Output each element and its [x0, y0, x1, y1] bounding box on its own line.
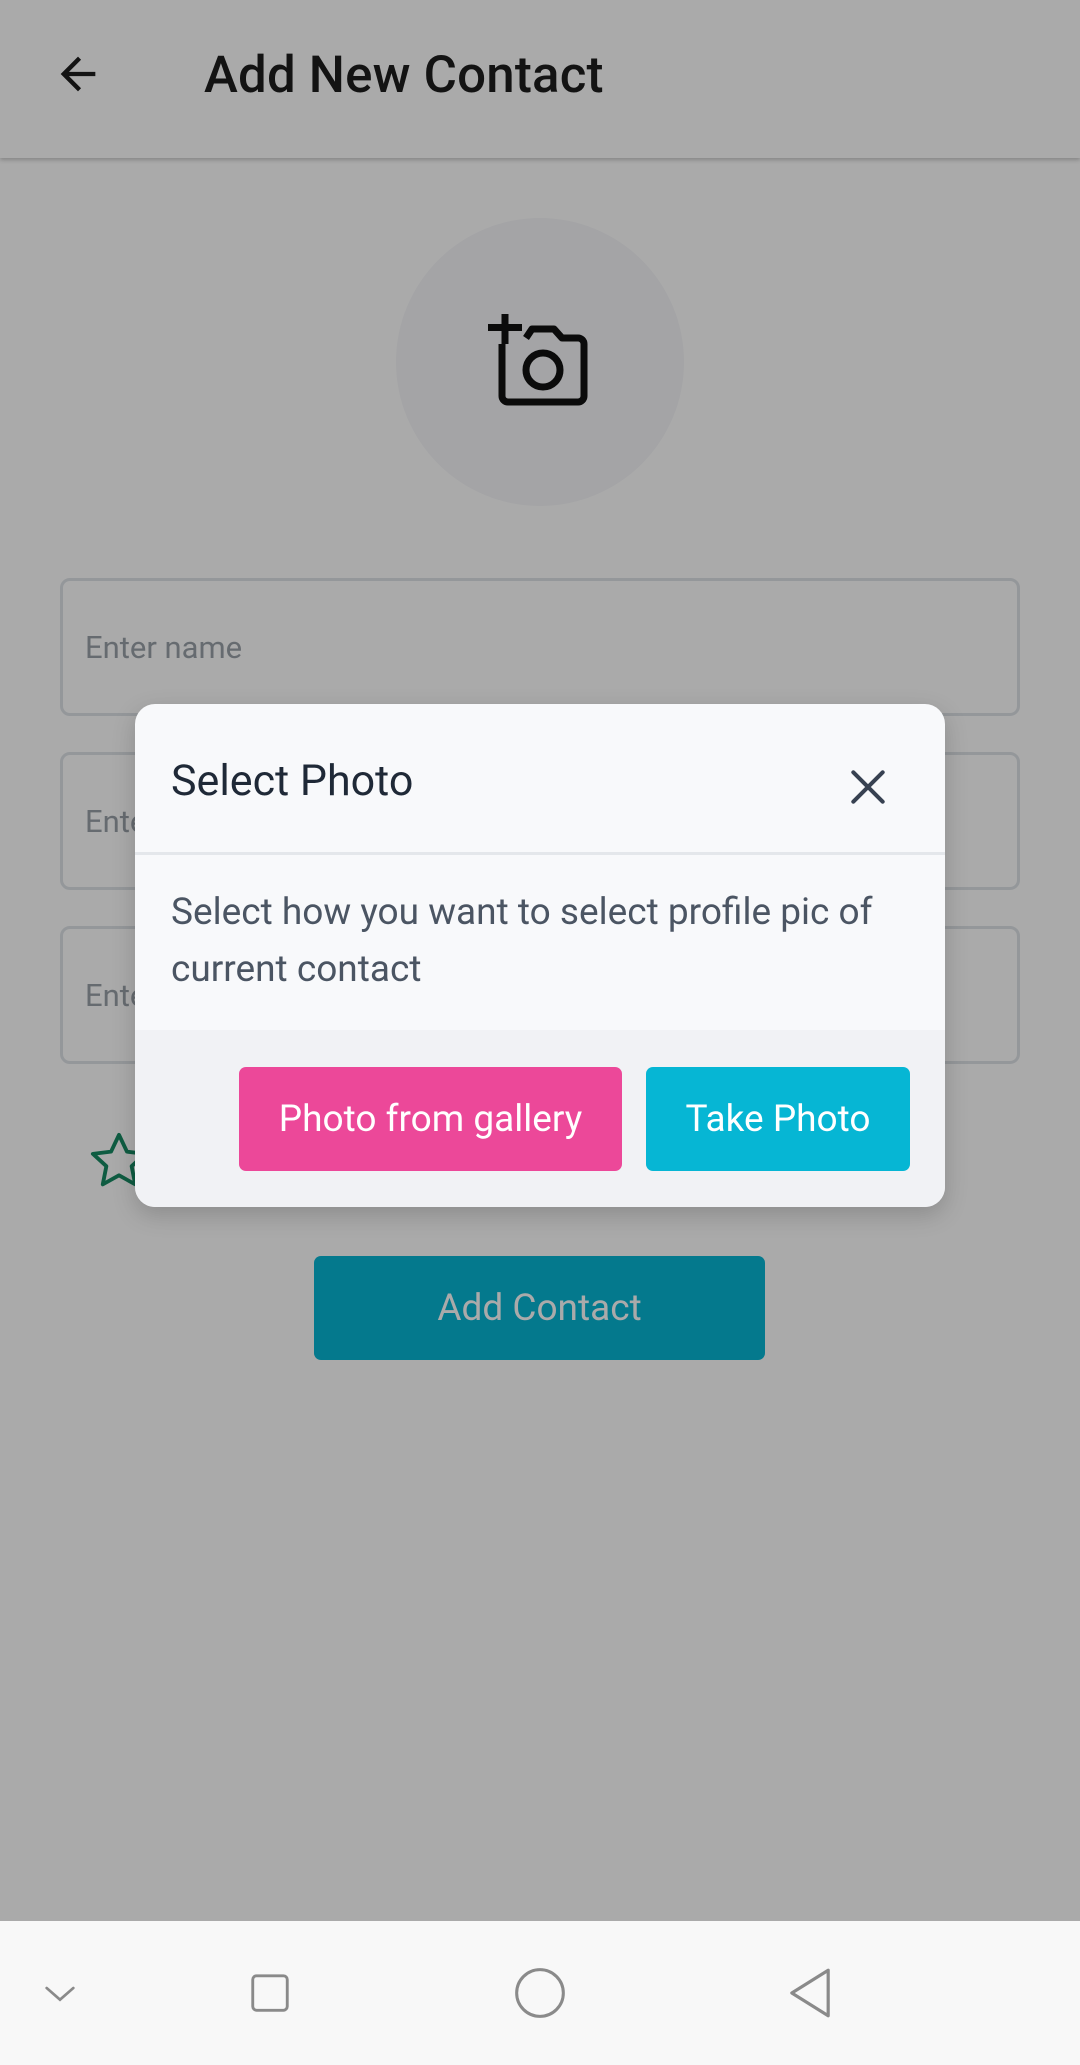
circle-home-icon [515, 1968, 565, 2018]
system-nav-bar [0, 1921, 1080, 2065]
take-photo-button[interactable]: Take Photo [646, 1067, 910, 1171]
select-photo-dialog: Select Photo Select how you want to sele… [135, 704, 945, 1207]
hide-nav-button[interactable] [20, 1953, 100, 2033]
back-nav-button[interactable] [770, 1953, 850, 2033]
square-recents-icon [251, 1974, 289, 2012]
chevron-down-icon [45, 1986, 75, 2002]
photo-from-gallery-button[interactable]: Photo from gallery [239, 1067, 622, 1171]
close-icon [851, 770, 885, 804]
recents-button[interactable] [230, 1953, 310, 2033]
dialog-title: Select Photo [171, 756, 414, 806]
triangle-back-icon [790, 1968, 830, 2018]
dialog-message: Select how you want to select profile pi… [171, 891, 873, 991]
dialog-header: Select Photo [135, 704, 945, 855]
home-button[interactable] [500, 1953, 580, 2033]
close-button[interactable] [835, 754, 901, 820]
